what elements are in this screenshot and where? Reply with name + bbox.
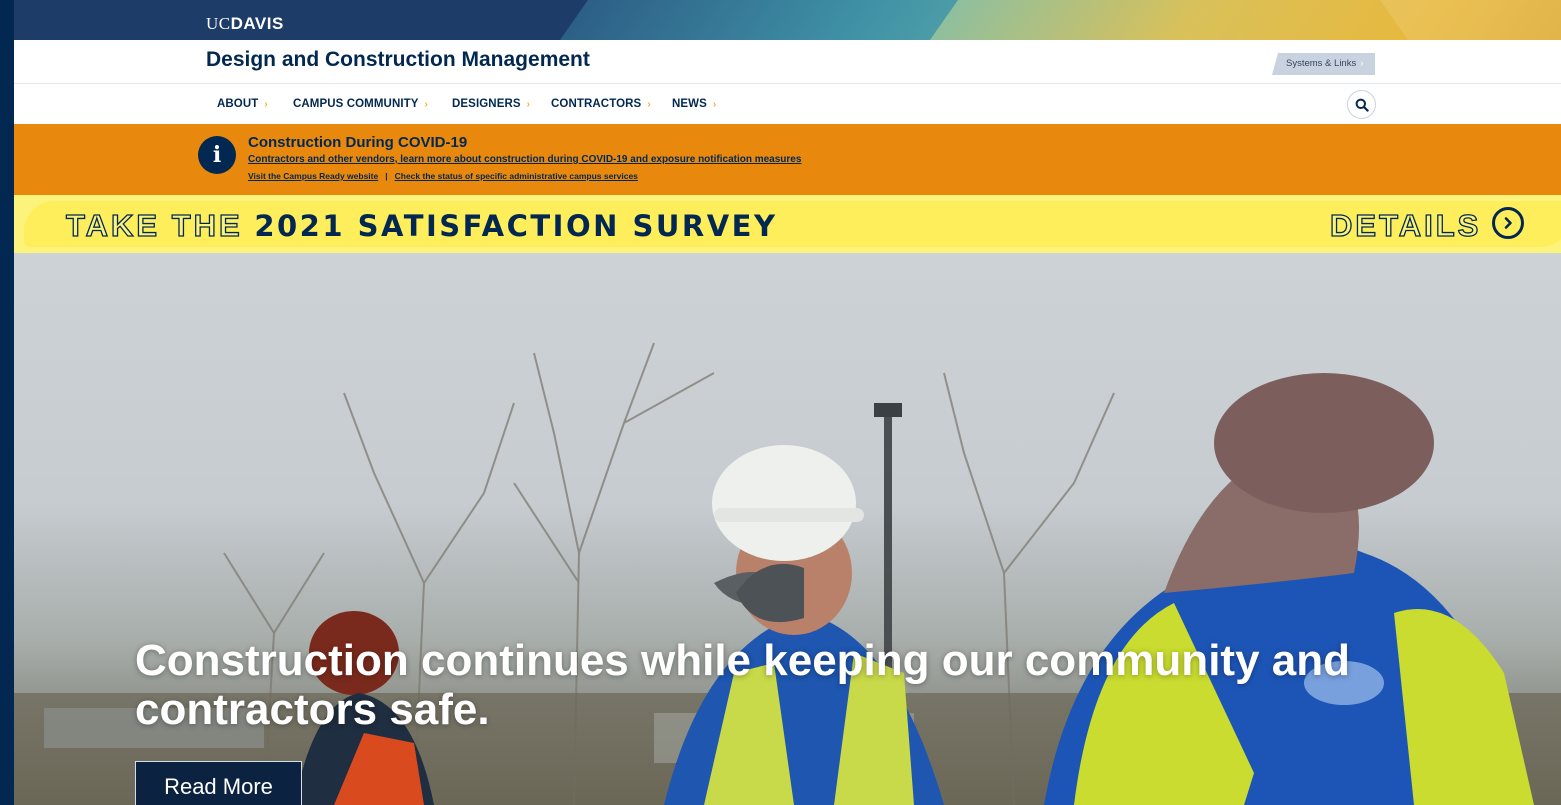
search-icon bbox=[1355, 98, 1369, 112]
uc-davis-logo[interactable]: UCDAVIS bbox=[206, 14, 284, 34]
uc-davis-bar: UCDAVIS bbox=[14, 0, 1561, 40]
nav-item-label: NEWS bbox=[672, 98, 707, 110]
survey-highlight: 2021 SATISFACTION SURVEY bbox=[254, 209, 778, 243]
covid-construction-link[interactable]: Contractors and other vendors, learn mor… bbox=[248, 154, 801, 165]
alert-title: Construction During COVID-19 bbox=[248, 134, 468, 151]
site-title[interactable]: Design and Construction Management bbox=[206, 48, 590, 72]
chevron-right-icon: › bbox=[526, 99, 531, 110]
campus-services-status-link[interactable]: Check the status of specific administrat… bbox=[395, 171, 638, 181]
hero-section: Construction continues while keeping our… bbox=[14, 253, 1561, 805]
logo-davis-text: DAVIS bbox=[230, 14, 284, 33]
info-icon: i bbox=[198, 136, 236, 174]
systems-links-label: Systems & Links bbox=[1286, 58, 1357, 69]
nav-item-label: ABOUT bbox=[217, 98, 259, 110]
nav-item-contractors[interactable]: CONTRACTORS › bbox=[551, 98, 651, 110]
chevron-right-icon: › bbox=[647, 99, 651, 110]
nav-item-label: CAMPUS COMMUNITY bbox=[293, 98, 419, 110]
systems-links-button[interactable]: Systems & Links › bbox=[1272, 53, 1376, 75]
chevron-right-icon: › bbox=[424, 99, 428, 110]
chevron-right-icon: › bbox=[1360, 58, 1364, 69]
chevron-right-circle-icon bbox=[1492, 207, 1524, 239]
campus-ready-link[interactable]: Visit the Campus Ready website bbox=[248, 171, 378, 181]
nav-item-about[interactable]: ABOUT › bbox=[217, 98, 268, 110]
link-separator: | bbox=[385, 171, 388, 181]
main-navigation: ABOUT › CAMPUS COMMUNITY › DESIGNERS › CONT… bbox=[14, 84, 1561, 124]
site-header: Design and Construction Management Syste… bbox=[14, 40, 1561, 84]
covid-alert-banner: i Construction During COVID-19 Contracto… bbox=[14, 124, 1561, 195]
survey-prefix: TAKE THE bbox=[65, 207, 255, 243]
nav-item-campus-community[interactable]: CAMPUS COMMUNITY › bbox=[293, 98, 428, 110]
details-label: DETAILS bbox=[1329, 207, 1482, 243]
hero-headline: Construction continues while keeping our… bbox=[135, 636, 1350, 734]
logo-uc-text: UC bbox=[206, 14, 231, 33]
nav-item-designers[interactable]: DESIGNERS › bbox=[452, 98, 530, 110]
survey-banner[interactable]: TAKE THE 2021 SATISFACTION SURVEY DETAIL… bbox=[14, 195, 1561, 253]
decorative-wave bbox=[1379, 0, 1561, 40]
nav-item-label: CONTRACTORS bbox=[551, 98, 642, 110]
survey-heading: TAKE THE 2021 SATISFACTION SURVEY bbox=[65, 207, 778, 244]
chevron-right-icon: › bbox=[712, 99, 717, 110]
chevron-right-icon: › bbox=[264, 99, 268, 110]
alert-links-row: Visit the Campus Ready website | Check the… bbox=[248, 171, 638, 181]
nav-item-news[interactable]: NEWS › bbox=[672, 98, 716, 110]
nav-item-label: DESIGNERS bbox=[452, 98, 521, 110]
page-frame: UCDAVIS Design and Construction Manageme… bbox=[14, 0, 1561, 805]
search-button[interactable] bbox=[1347, 90, 1376, 119]
read-more-button[interactable]: Read More bbox=[135, 761, 302, 805]
